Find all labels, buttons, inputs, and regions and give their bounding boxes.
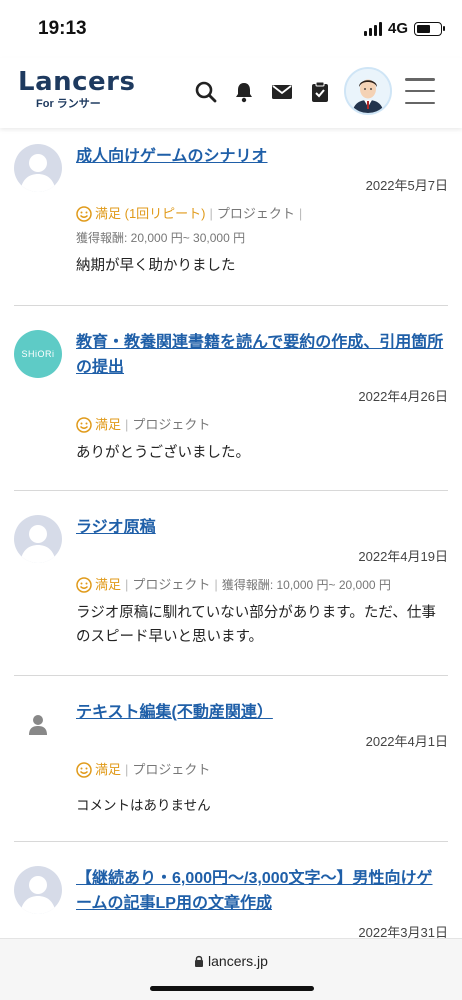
project-title-link[interactable]: テキスト編集(不動産関連） — [76, 700, 448, 725]
lancers-logo[interactable]: Lancers For ランサー — [18, 67, 135, 111]
review-date: 2022年4月19日 — [358, 549, 448, 564]
review-comment: ラジオ原稿に馴れていない部分があります。ただ、仕事のスピード早いと思います。 — [76, 605, 436, 645]
default-avatar-icon — [14, 144, 62, 192]
review-meta: 満足 (1回リピート) | プロジェクト | — [76, 204, 448, 224]
work-type: プロジェクト — [132, 577, 211, 592]
search-icon[interactable] — [194, 80, 218, 104]
logo-text: Lancers — [18, 67, 136, 97]
review-meta: 満足 | プロジェクト — [76, 415, 448, 435]
status-bar: 19:13 4G — [0, 0, 462, 58]
status-indicators: 4G — [363, 20, 445, 37]
list-item: ラジオ原稿 2022年4月19日 満足 | プロジェクト | 獲得報酬: 10,… — [14, 491, 448, 676]
mail-icon[interactable] — [270, 80, 294, 104]
review-comment: 納期が早く助かりました — [76, 258, 236, 274]
review-list: 成人向けゲームのシナリオ 2022年5月7日 満足 (1回リピート) | プロジ… — [14, 128, 448, 962]
user-avatar[interactable] — [344, 67, 392, 115]
review-date: 2022年4月26日 — [358, 389, 448, 404]
project-title-link[interactable]: 教育・教養関連書籍を読んで要約の作成、引用箇所の提出 — [76, 330, 448, 380]
home-indicator[interactable] — [150, 986, 314, 991]
header-icons — [194, 80, 332, 104]
browser-url-bar[interactable]: lancers.jp — [0, 938, 462, 1000]
satisfaction-label: 満足 (1回リピート) — [95, 206, 206, 221]
review-comment: ありがとうございました。 — [76, 445, 250, 461]
work-type: プロジェクト — [132, 417, 211, 432]
url-display[interactable]: lancers.jp — [0, 953, 462, 969]
hamburger-menu-button[interactable] — [405, 78, 435, 104]
reward-text: 獲得報酬: 20,000 円~ 30,000 円 — [76, 231, 246, 245]
review-meta: 満足 | プロジェクト — [76, 760, 448, 780]
list-item: SHiORi 教育・教養関連書籍を読んで要約の作成、引用箇所の提出 2022年4… — [14, 306, 448, 491]
project-title-link[interactable]: 成人向けゲームのシナリオ — [76, 144, 448, 169]
satisfaction-label: 満足 — [95, 577, 122, 592]
work-type: プロジェクト — [132, 762, 211, 777]
satisfaction-badge: 満足 — [76, 575, 121, 595]
smile-icon — [76, 417, 92, 433]
clipboard-check-icon[interactable] — [308, 80, 332, 104]
smile-icon — [76, 577, 92, 593]
lock-icon — [195, 955, 204, 967]
person-icon — [14, 700, 62, 748]
satisfaction-label: 満足 — [95, 762, 122, 777]
list-item: 成人向けゲームのシナリオ 2022年5月7日 満足 (1回リピート) | プロジ… — [14, 128, 448, 306]
satisfaction-badge: 満足 — [76, 415, 121, 435]
signal-icon — [363, 21, 382, 36]
site-header: Lancers For ランサー — [0, 58, 462, 128]
default-avatar-icon — [14, 866, 62, 914]
smile-icon — [76, 206, 92, 222]
shiori-avatar-text: SHiORi — [21, 349, 55, 359]
status-time: 19:13 — [38, 18, 87, 39]
satisfaction-label: 満足 — [95, 417, 122, 432]
review-meta: 満足 | プロジェクト | 獲得報酬: 10,000 円~ 20,000 円 — [76, 575, 448, 595]
default-avatar-icon — [14, 515, 62, 563]
smile-icon — [76, 762, 92, 778]
satisfaction-badge: 満足 — [76, 760, 121, 780]
work-type: プロジェクト — [216, 206, 295, 221]
project-title-link[interactable]: 【継続あり・6,000円〜/3,000文字〜】男性向けゲームの記事LP用の文章作… — [76, 866, 448, 916]
review-date: 2022年5月7日 — [365, 178, 448, 193]
battery-icon — [414, 21, 445, 36]
project-title-link[interactable]: ラジオ原稿 — [76, 515, 448, 540]
review-date: 2022年4月1日 — [365, 734, 448, 749]
url-text: lancers.jp — [208, 953, 268, 969]
logo-subtitle: For ランサー — [36, 98, 101, 110]
list-item: テキスト編集(不動産関連） 2022年4月1日 満足 | プロジェクト コメント… — [14, 676, 448, 842]
satisfaction-badge: 満足 (1回リピート) — [76, 204, 206, 224]
review-comment: コメントはありません — [76, 798, 211, 813]
reward-text: 獲得報酬: 10,000 円~ 20,000 円 — [221, 578, 391, 592]
network-type: 4G — [387, 20, 408, 37]
shiori-avatar: SHiORi — [14, 330, 62, 378]
bell-icon[interactable] — [232, 80, 256, 104]
